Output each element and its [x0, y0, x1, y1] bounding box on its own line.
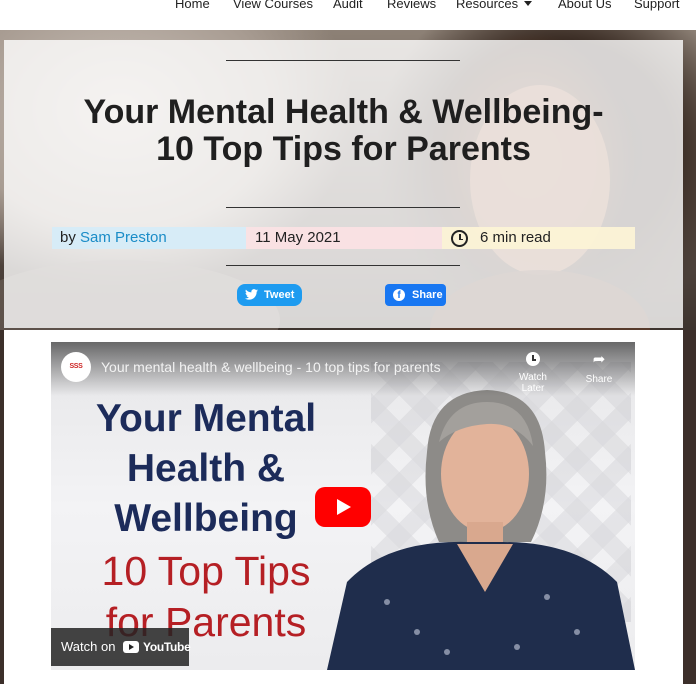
- thumbnail-text-line2: Health &: [126, 447, 286, 490]
- author-link[interactable]: Sam Preston: [80, 229, 167, 246]
- presenter-image: [327, 390, 635, 670]
- video-share-button[interactable]: ➦ Share: [579, 351, 619, 386]
- nav-resources-label: Resources: [456, 0, 519, 11]
- nav-view-courses[interactable]: View Courses: [233, 0, 313, 11]
- meta-date: 11 May 2021: [246, 227, 442, 249]
- nav-about-us[interactable]: About Us: [558, 0, 611, 11]
- video-share-label: Share: [585, 374, 613, 385]
- nav-home[interactable]: Home: [175, 0, 210, 11]
- meta-by-label: by: [60, 229, 76, 246]
- article-header-card: [4, 40, 683, 328]
- youtube-play-button[interactable]: [315, 487, 371, 527]
- nav-reviews[interactable]: Reviews: [387, 0, 436, 11]
- watch-later-label: Watch Later: [519, 372, 547, 394]
- page-title-line1: Your Mental Health & Wellbeing-: [83, 93, 604, 131]
- clock-icon: [526, 352, 540, 366]
- meta-read-time: 6 min read: [442, 227, 635, 249]
- channel-logo[interactable]: SSS: [61, 352, 91, 382]
- facebook-share-button[interactable]: f Share: [385, 284, 446, 306]
- divider-middle: [226, 207, 460, 208]
- tweet-button[interactable]: Tweet: [237, 284, 302, 306]
- facebook-icon: f: [393, 289, 405, 301]
- nav-audit[interactable]: Audit: [333, 0, 363, 11]
- page-title-line2: 10 Top Tips for Parents: [156, 130, 531, 168]
- hero-edge-left: [0, 330, 4, 684]
- youtube-video-embed[interactable]: Your Mental Health & Wellbeing 10 Top Ti…: [51, 342, 635, 670]
- facebook-share-label: Share: [412, 289, 443, 301]
- clock-icon: [451, 230, 468, 247]
- youtube-wordmark: YouTube: [143, 640, 191, 654]
- page-title: Your Mental Health & Wellbeing- 10 Top T…: [4, 94, 683, 168]
- watch-later-button[interactable]: Watch Later: [507, 352, 559, 394]
- twitter-bird-icon: [245, 289, 258, 300]
- top-nav: Home View Courses Audit Reviews Resource…: [0, 0, 696, 30]
- thumbnail-text-line1: Your Mental: [95, 397, 317, 440]
- watch-on-label: Watch on: [61, 639, 116, 654]
- nav-resources[interactable]: Resources: [456, 0, 533, 11]
- thumbnail-red-line1: 10 Top Tips: [101, 548, 311, 594]
- meta-author: by Sam Preston: [52, 227, 246, 249]
- read-time-label: 6 min read: [480, 229, 551, 246]
- divider-bottom: [226, 265, 460, 266]
- divider-top: [226, 60, 460, 61]
- video-title[interactable]: Your mental health & wellbeing - 10 top …: [101, 359, 441, 375]
- share-arrow-icon: ➦: [592, 351, 606, 368]
- watch-on-youtube-button[interactable]: Watch on YouTube: [51, 628, 191, 666]
- youtube-logo-icon: [123, 641, 139, 653]
- hero-edge-right: [683, 330, 696, 684]
- tweet-label: Tweet: [264, 289, 295, 301]
- chevron-down-icon: [524, 1, 533, 6]
- nav-support[interactable]: Support: [634, 0, 680, 11]
